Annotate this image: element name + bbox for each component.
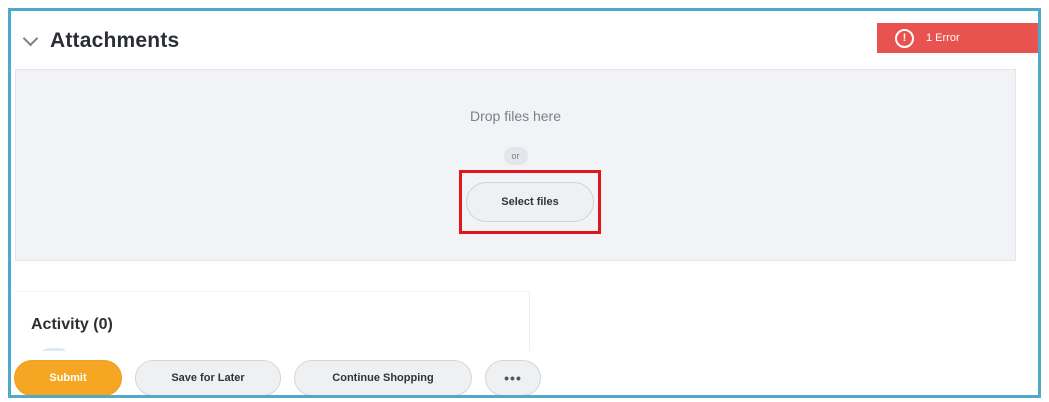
continue-shopping-button[interactable]: Continue Shopping bbox=[294, 360, 472, 395]
main-frame: Attachments ! 1 Error Drop files here or… bbox=[8, 8, 1041, 398]
drop-files-text: Drop files here bbox=[469, 108, 562, 124]
more-options-button[interactable]: ••• bbox=[485, 360, 541, 395]
save-for-later-button[interactable]: Save for Later bbox=[135, 360, 281, 395]
select-files-button[interactable]: Select files bbox=[466, 182, 594, 222]
chevron-down-icon[interactable] bbox=[22, 30, 39, 46]
error-badge-label: 1 Error bbox=[926, 32, 960, 44]
file-dropzone[interactable]: Drop files here or Select files bbox=[15, 69, 1016, 261]
activity-title: Activity (0) bbox=[31, 316, 113, 333]
error-badge[interactable]: ! 1 Error bbox=[877, 23, 1038, 53]
alert-circle-icon: ! bbox=[895, 28, 914, 48]
attachments-header[interactable]: Attachments bbox=[22, 23, 180, 59]
or-separator: or bbox=[503, 147, 528, 165]
section-title: Attachments bbox=[50, 29, 180, 52]
submit-button[interactable]: Submit bbox=[14, 360, 122, 395]
